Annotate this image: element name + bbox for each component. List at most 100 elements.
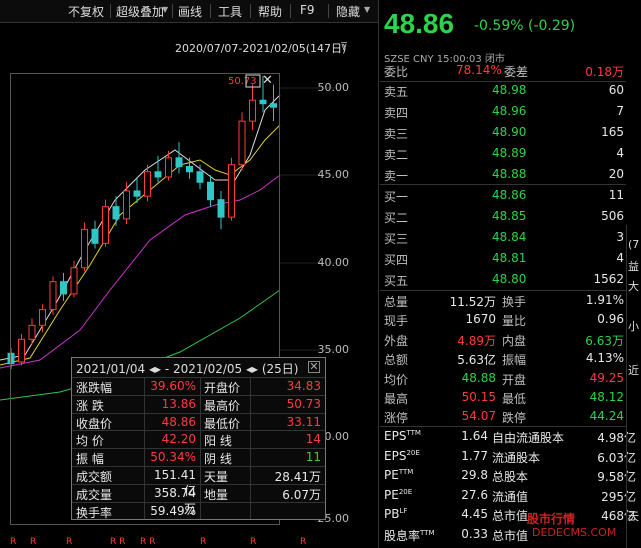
ask-price: 48.96	[492, 104, 527, 118]
ask-row[interactable]: 卖二 48.89 4	[384, 145, 624, 164]
popup-value: 50.73	[286, 396, 321, 411]
r-marker: R	[10, 537, 17, 547]
popup-label: 涨 跌	[76, 398, 104, 413]
ask-row[interactable]: 卖三 48.90 165	[384, 124, 624, 143]
ask-volume: 20	[608, 167, 624, 181]
popup-row: 涨 跌 13.86 最高价 50.73	[72, 394, 325, 413]
stat-label: 外盘	[384, 333, 409, 348]
finance-value: 4.45	[461, 507, 488, 522]
stat-value: 1670	[465, 312, 496, 327]
stat-row: 外盘 4.89万 内盘 6.63万	[384, 331, 624, 350]
finance-label: PBLF	[384, 507, 408, 522]
ask-volume: 7	[616, 104, 624, 118]
popup-row: 换手率 59.49%	[72, 501, 325, 520]
stat-row: 均价 48.88 开盘 49.25	[384, 370, 624, 389]
right-edge-text: 小	[628, 320, 639, 333]
stat-value: 4.13%	[585, 351, 624, 366]
popup-row: 均 价 42.20 阳 线 14	[72, 430, 325, 448]
stat-value: 11.52万	[449, 295, 496, 309]
popup-value: 39.60%	[150, 379, 196, 393]
popup-row: 成交额 151.41亿 天量 28.41万	[72, 466, 325, 498]
finance-row: EPS20E 1.77 流通股本 6.03亿	[384, 448, 636, 467]
bid-volume: 506	[601, 209, 624, 223]
bid-volume: 3	[616, 230, 624, 244]
stat-label: 现手	[384, 314, 409, 329]
finance-row: EPSTTM 1.64 自由流通股本 4.98亿	[384, 428, 636, 447]
finance-label: EPS20E	[384, 448, 420, 463]
popup-label: 阳 线	[204, 434, 232, 449]
ask-row[interactable]: 卖四 48.96 7	[384, 103, 624, 122]
stat-value: 44.24	[589, 409, 624, 424]
r-marker: R R	[110, 537, 126, 547]
stat-label: 最低	[502, 392, 527, 406]
bid-row[interactable]: 买五 48.80 1562	[384, 271, 624, 290]
bid-row[interactable]: 买三 48.84 3	[384, 229, 624, 248]
popup-value: 14	[305, 432, 321, 447]
popup-row: 收盘价 48.86 最低价 33.11	[72, 412, 325, 431]
right-edge-text: 天	[628, 510, 639, 523]
popup-value: 48.86	[161, 414, 196, 429]
bid-label: 买五	[384, 274, 409, 288]
popup-label: 天量	[204, 470, 229, 484]
stat-value: 50.15	[461, 390, 496, 404]
r-marker: R	[30, 537, 37, 547]
finance-value: 0.33	[461, 527, 488, 541]
finance-value: 27.6	[461, 487, 488, 502]
close-icon[interactable]: ✕	[262, 73, 273, 88]
stat-label: 均价	[384, 372, 409, 387]
popup-label: 涨跌幅	[76, 381, 113, 395]
bid-row[interactable]: 买四 48.81 4	[384, 250, 624, 269]
price-change: -0.59% (-0.29)	[474, 18, 576, 34]
ask-volume: 4	[616, 146, 624, 160]
stat-row: 总额 5.63亿 振幅 4.13%	[384, 350, 624, 369]
bid-volume: 1562	[593, 272, 624, 286]
popup-label: 阴 线	[204, 452, 232, 467]
popup-label: 收盘价	[76, 416, 113, 431]
finance-row: PBLF 4.45 总市值 468亿	[384, 506, 636, 525]
stat-label: 涨停	[384, 411, 409, 426]
stat-value: 5.63亿	[457, 353, 496, 368]
stat-value: 0.96	[597, 312, 624, 327]
bid-volume: 4	[616, 251, 624, 265]
stat-value: 1.91%	[585, 293, 624, 307]
popup-value: 59.49%	[150, 503, 196, 518]
finance-value: 1.77	[461, 448, 488, 463]
y-tick-label: 45.00	[317, 168, 350, 181]
right-panel-divider	[626, 225, 627, 548]
finance-label: 总股本	[492, 470, 529, 485]
popup-label: 地量	[204, 487, 229, 502]
stat-label: 总量	[384, 295, 409, 309]
r-marker: R R	[140, 537, 156, 547]
right-edge-text: 大	[628, 280, 639, 293]
popup-value: 34.83	[286, 379, 321, 393]
order-ratio-row: 委比 78.14% 委差 0.18万	[384, 62, 624, 81]
bid-row[interactable]: 买一 48.86 11	[384, 187, 624, 206]
watermark-url: DEDECMS.COM	[532, 526, 617, 539]
right-edge-text: 益	[628, 260, 639, 273]
panel-divider	[378, 0, 379, 548]
ratio-value: 78.14%	[456, 63, 502, 77]
finance-label: 自由流通股本	[492, 431, 565, 445]
popup-row: 成交量 358.74万 地量 6.07万	[72, 483, 325, 516]
bid-price: 48.81	[492, 251, 527, 265]
watermark-text: 股市行情	[527, 512, 576, 526]
ask-price: 48.88	[492, 167, 527, 181]
ask-row[interactable]: 卖五 48.98 60	[384, 82, 624, 101]
stat-value: 48.12	[589, 390, 624, 404]
bid-row[interactable]: 买二 48.85 506	[384, 208, 624, 227]
popup-date-range[interactable]: 2021/01/04 ◂▸ - 2021/02/05 ◂▸ (25日)	[76, 360, 298, 377]
ask-volume: 165	[601, 125, 624, 139]
finance-label: 流通股本	[492, 450, 541, 465]
stat-value: 6.63万	[585, 333, 624, 348]
ask-volume: 60	[608, 83, 624, 97]
ask-row[interactable]: 卖一 48.88 20	[384, 166, 624, 185]
popup-row: 振 幅 50.34% 阴 线 11	[72, 448, 325, 466]
divider	[380, 426, 626, 427]
close-icon[interactable]: ✕	[308, 361, 320, 373]
finance-value: 1.64	[461, 429, 488, 443]
popup-value: 6.07万	[282, 487, 321, 502]
finance-label: PETTM	[384, 468, 414, 483]
y-tick-label: 40.00	[317, 256, 350, 269]
y-tick-label: 35.00	[317, 343, 350, 356]
bid-label: 买二	[384, 211, 409, 225]
